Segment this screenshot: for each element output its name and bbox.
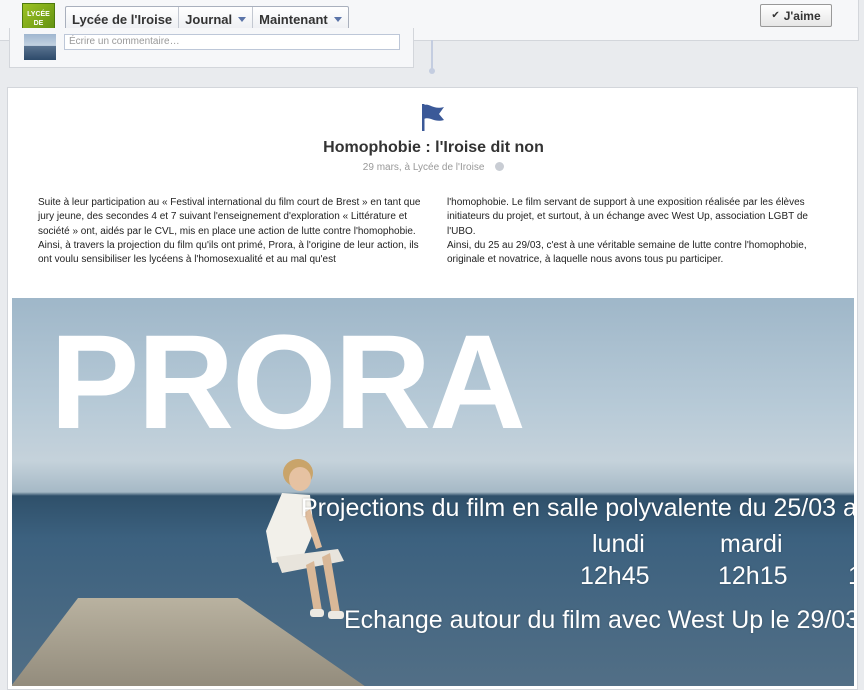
timeline-connector [431,40,433,70]
post-date[interactable]: 29 mars, à Lycée de l'Iroise [363,162,485,173]
post-text-left: Suite à leur participation au « Festival… [38,196,423,267]
post-paragraph: Ainsi, à travers la projection du film q… [38,239,419,266]
check-icon: ✔ [771,10,780,21]
like-button-label: J'aime [783,8,821,23]
post-meta: 29 mars, à Lycée de l'Iroise [8,162,859,173]
post-paragraph: Suite à leur participation au « Festival… [38,197,421,237]
breadcrumb-journal-label: Journal [185,11,233,27]
poster-time-monday: 12h45 [580,562,650,590]
post-text-right: l'homophobie. Le film servant de support… [447,196,832,267]
milestone-post: Homophobie : l'Iroise dit non 29 mars, à… [7,87,858,690]
post-paragraph: l'homophobie. Le film servant de support… [447,197,808,237]
breadcrumb-page-label: Lycée de l'Iroise [72,11,173,27]
previous-post-card: Écrire un commentaire… [9,28,414,68]
flag-icon [422,104,444,131]
chevron-down-icon [238,16,247,22]
timeline-dot [429,68,435,74]
post-paragraph: Ainsi, du 25 au 29/03, c'est à une vérit… [447,239,807,266]
avatar[interactable] [24,34,56,60]
poster-projection-line: Projections du film en salle polyvalente… [301,494,854,522]
poster-image[interactable]: PRORA Projections du film en salle polyv… [12,298,854,686]
poster-time-third: 1 [848,562,854,591]
poster-day-monday: lundi [592,530,645,558]
poster-time-tuesday: 12h15 [718,562,788,590]
breadcrumb-now-label: Maintenant [259,11,328,27]
globe-icon[interactable] [495,162,505,171]
poster-exchange-line: Echange autour du film avec West Up le 2… [344,606,854,634]
boy-figure [266,459,344,619]
chevron-down-icon [333,16,342,22]
poster-day-tuesday: mardi [720,530,783,558]
poster-title: PRORA [50,308,526,457]
post-title: Homophobie : l'Iroise dit non [323,139,544,156]
comment-input[interactable]: Écrire un commentaire… [64,34,400,50]
like-button[interactable]: ✔ J'aime [760,4,832,27]
